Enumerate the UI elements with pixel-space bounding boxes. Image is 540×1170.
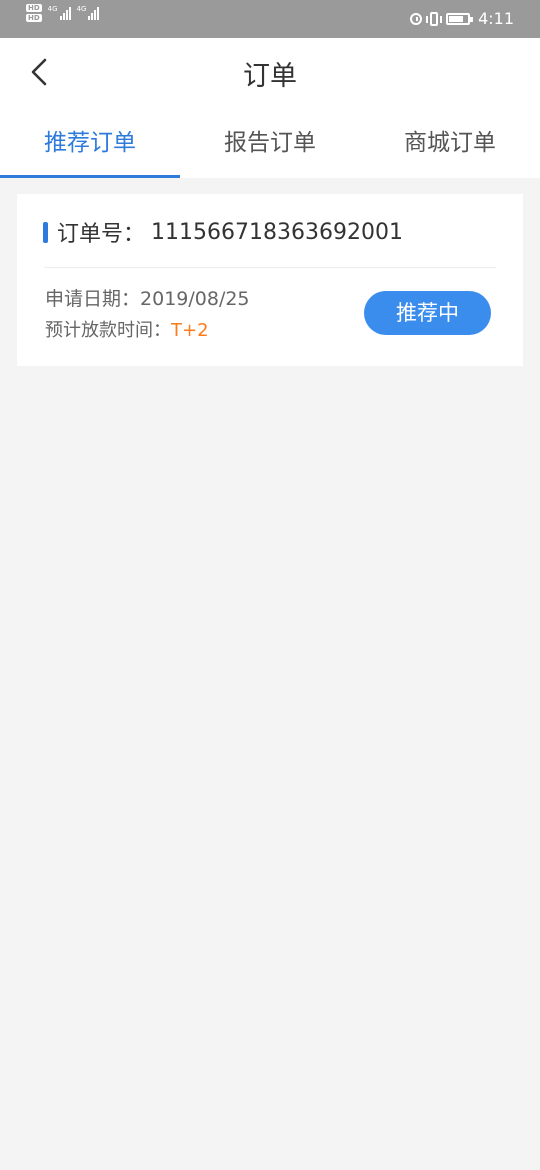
status-bar-right: 4:11 xyxy=(410,9,514,28)
app-header: 订单 xyxy=(0,38,540,108)
tab-mall-orders[interactable]: 商城订单 xyxy=(360,108,540,178)
order-tabs: 推荐订单 报告订单 商城订单 xyxy=(0,108,540,178)
page-title: 订单 xyxy=(243,61,297,92)
battery-icon xyxy=(446,12,474,25)
order-card[interactable]: 订单号： 111566718363692001 申请日期：2019/08/25 … xyxy=(17,194,523,366)
network-tag: 4G xyxy=(47,5,58,13)
apply-date-value: 2019/08/25 xyxy=(140,288,250,310)
signal-icon: 4G xyxy=(77,6,100,20)
apply-date-row: 申请日期：2019/08/25 xyxy=(45,284,250,311)
status-bar-left: HD HD 4G 4G xyxy=(26,4,100,22)
divider xyxy=(44,267,496,268)
payout-time-value: T+2 xyxy=(171,320,209,341)
hd-badge-stack: HD HD xyxy=(26,4,42,22)
accent-bar xyxy=(43,221,48,243)
vibrate-icon xyxy=(426,11,443,26)
order-number-row: 订单号： 111566718363692001 xyxy=(43,216,403,248)
network-tag: 4G xyxy=(76,5,87,13)
signal-icon: 4G xyxy=(48,6,71,20)
hd-badge: HD xyxy=(26,14,42,22)
apply-date-label: 申请日期： xyxy=(45,288,141,310)
tab-report-orders[interactable]: 报告订单 xyxy=(180,108,360,178)
tab-recommended-orders[interactable]: 推荐订单 xyxy=(0,108,180,178)
status-bar: HD HD 4G 4G 4:11 xyxy=(0,0,540,38)
alarm-icon xyxy=(410,12,423,25)
battery-level xyxy=(449,15,464,22)
order-status-button[interactable]: 推荐中 xyxy=(364,291,491,335)
payout-time-row: 预计放款时间：T+2 xyxy=(45,316,209,342)
payout-time-label: 预计放款时间： xyxy=(45,320,171,341)
status-time: 4:11 xyxy=(478,9,514,28)
hd-badge: HD xyxy=(26,4,42,12)
order-number-label: 订单号： xyxy=(57,222,146,247)
order-number-value: 111566718363692001 xyxy=(151,219,403,245)
